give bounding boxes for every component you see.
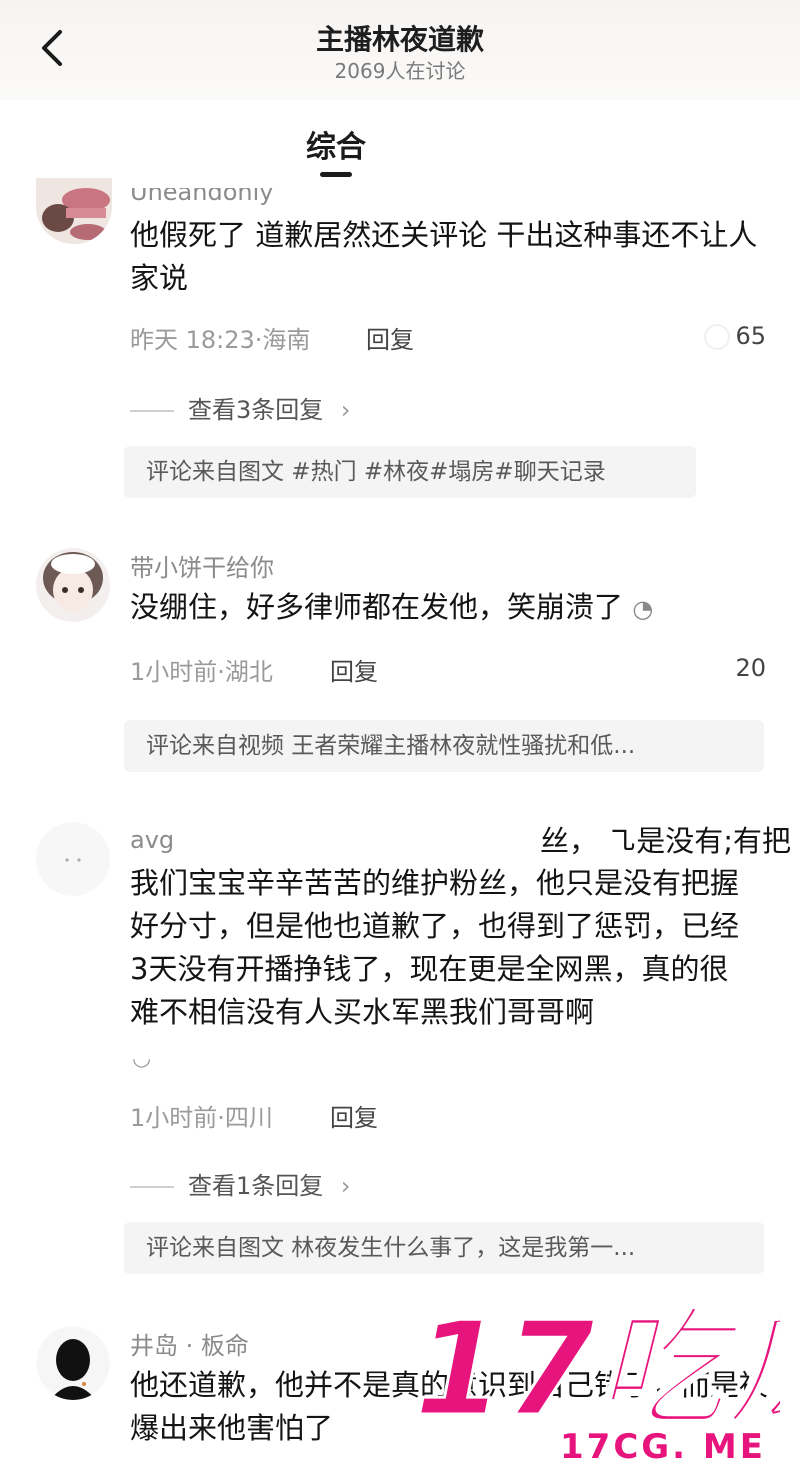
comment-username[interactable]: Uneandonly: [130, 188, 273, 206]
comment-text: 没绷住，好多律师都在发他，笑崩溃了 ◔: [130, 586, 770, 631]
site-watermark-logo: 17吃瓜 17CG. ME: [413, 1296, 781, 1466]
comment-source[interactable]: 评论来自图文 #热门 #林夜#塌房#聊天记录: [124, 446, 696, 498]
tab-active-indicator: [320, 172, 352, 177]
chevron-right-icon: ›: [340, 1172, 351, 1200]
comment-text: 他假死了 道歉居然还关评论 干出这种事还不让人家说: [130, 218, 758, 295]
comment-username[interactable]: 井岛 · 板命: [130, 1326, 249, 1361]
view-replies-button[interactable]: 查看3条回复 ›: [130, 390, 351, 425]
divider: [130, 410, 174, 412]
comment-text-content: 没绷住，好多律师都在发他，笑崩溃了: [130, 590, 624, 624]
comment-source[interactable]: 评论来自视频 王者荣耀主播林夜就性骚扰和低...: [124, 720, 764, 772]
like-count: 65: [735, 322, 766, 350]
comment-username[interactable]: 带小饼干给你: [130, 548, 274, 583]
comment-meta: 1小时前·四川: [130, 1104, 273, 1132]
view-replies-button[interactable]: 查看1条回复 ›: [130, 1166, 351, 1201]
avatar[interactable]: [36, 178, 112, 244]
discussion-count: 2069人在讨论: [334, 59, 466, 83]
laughing-emoji-icon: ◔: [632, 595, 654, 623]
divider: [130, 1186, 174, 1188]
reply-button[interactable]: 回复: [366, 320, 414, 355]
comment-overflow-text: 丝， ㇈是没有;有把: [540, 824, 791, 858]
watermark-small-text: 17CG. ME: [560, 1427, 766, 1466]
comment-source[interactable]: 评论来自图文 林夜发生什么事了，这是我第一...: [124, 1222, 764, 1274]
comment-text: 我们宝宝辛辛苦苦的维护粉丝，他只是没有把握好分寸，但是他也道歉了，也得到了惩罚，…: [130, 866, 740, 1029]
view-replies-label: 查看1条回复: [188, 1172, 324, 1200]
top-bar: 主播林夜道歉 2069人在讨论: [0, 0, 800, 100]
avatar[interactable]: [36, 548, 110, 622]
page-title: 主播林夜道歉: [315, 23, 484, 56]
watermark-big-text: 17吃瓜: [414, 1296, 780, 1445]
tab-comprehensive[interactable]: 综合: [300, 122, 372, 166]
reply-button[interactable]: 回复: [330, 652, 378, 687]
comment-meta: 1小时前·湖北: [130, 658, 273, 686]
chevron-right-icon: ›: [340, 396, 351, 424]
smile-emoji-icon: ◡: [132, 1046, 152, 1071]
comment-meta: 昨天 18:23·海南: [130, 326, 311, 354]
comment-username[interactable]: avg: [130, 826, 174, 854]
reply-button[interactable]: 回复: [330, 1098, 378, 1133]
like-count: 20: [735, 654, 766, 682]
avatar[interactable]: [36, 1326, 110, 1400]
avatar[interactable]: [36, 822, 110, 896]
view-replies-label: 查看3条回复: [188, 396, 324, 424]
